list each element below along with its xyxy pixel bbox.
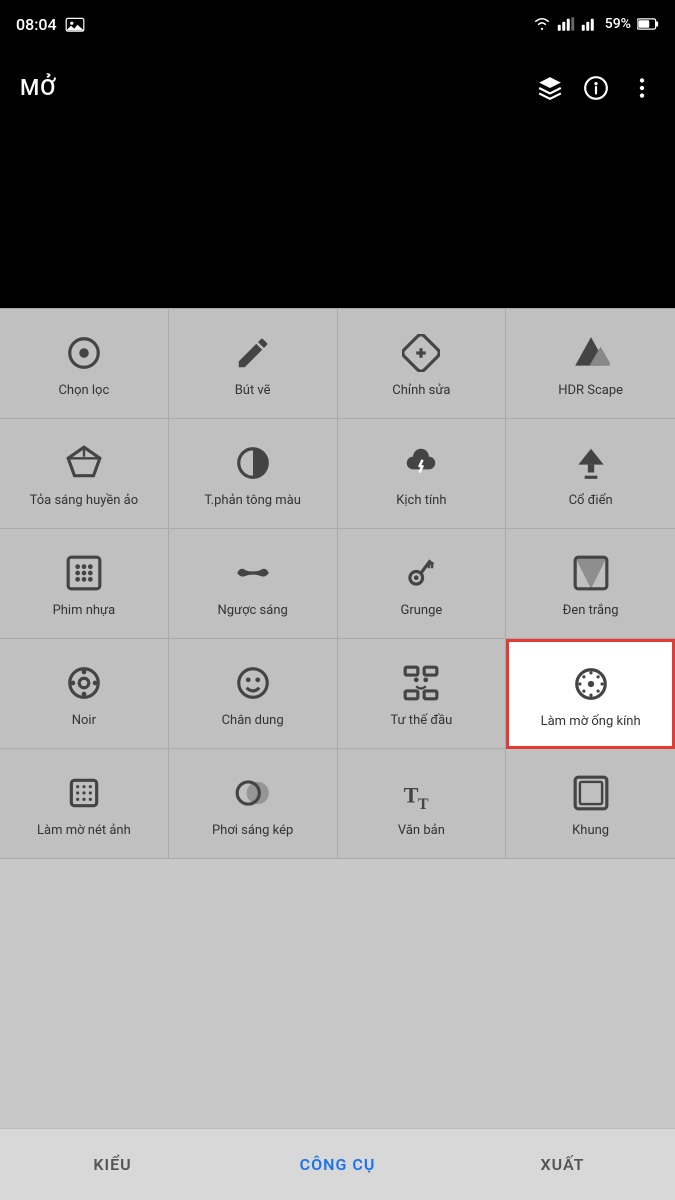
van-ban-label: Văn bản <box>398 823 445 840</box>
time-display: 08:04 <box>16 15 57 34</box>
tool-co-dien[interactable]: Cổ điển <box>506 419 675 529</box>
hdr-scape-label: HDR Scape <box>558 383 623 400</box>
van-ban-icon: TT <box>399 771 443 815</box>
chon-loc-label: Chọn lọc <box>58 383 109 400</box>
but-ve-icon <box>231 331 275 375</box>
tool-van-ban[interactable]: TT Văn bản <box>338 749 507 859</box>
canvas-area <box>0 128 675 308</box>
tool-phim-nhua[interactable]: Phim nhựa <box>0 529 169 639</box>
status-left: 08:04 <box>16 15 85 34</box>
tool-lam-mo-net-anh[interactable]: Làm mờ nét ảnh <box>0 749 169 859</box>
grunge-icon <box>399 551 443 595</box>
den-trang-label: Đen trắng <box>563 603 619 620</box>
lam-mo-net-anh-icon <box>62 771 106 815</box>
tool-tu-the-dau[interactable]: Tư thế đầu <box>338 639 507 749</box>
khung-label: Khung <box>572 823 609 840</box>
chinh-sua-label: Chỉnh sửa <box>392 383 450 400</box>
tool-khung[interactable]: Khung <box>506 749 675 859</box>
phim-nhua-icon <box>62 551 106 595</box>
khung-icon <box>569 771 613 815</box>
phoi-sang-kep-icon <box>231 771 275 815</box>
tu-the-dau-icon <box>399 661 443 705</box>
signal-icon <box>557 17 575 31</box>
nguoc-sang-label: Ngược sáng <box>217 603 287 620</box>
tool-chinh-sua[interactable]: Chỉnh sửa <box>338 309 507 419</box>
tool-nguoc-sang[interactable]: Ngược sáng <box>169 529 338 639</box>
top-bar: MỞ <box>0 48 675 128</box>
chan-dung-icon <box>231 661 275 705</box>
more-icon[interactable] <box>629 75 655 101</box>
noir-label: Noir <box>72 713 96 730</box>
info-icon[interactable] <box>583 75 609 101</box>
tools-grid: Chọn lọc Bút vẽ Chỉnh sửa HDR Scape Tỏa sáng… <box>0 308 675 859</box>
tools-grid-area: Chọn lọc Bút vẽ Chỉnh sửa HDR Scape Tỏa sáng… <box>0 308 675 859</box>
signal2-icon <box>581 17 599 31</box>
tool-phoi-sang-kep[interactable]: Phơi sáng kép <box>169 749 338 859</box>
battery-display: 59% <box>605 16 631 32</box>
svg-text:T: T <box>418 796 429 812</box>
nav-xuat[interactable]: XUẤT <box>450 1129 675 1200</box>
lam-mo-ong-kinh-label: Làm mờ ống kính <box>541 714 641 731</box>
tool-chan-dung[interactable]: Chân dung <box>169 639 338 749</box>
toa-sang-label: Tỏa sáng huyền ảo <box>30 493 139 510</box>
lam-mo-net-anh-label: Làm mờ nét ảnh <box>37 823 131 840</box>
noir-icon <box>62 661 106 705</box>
nav-kieu[interactable]: KIỂU <box>0 1129 225 1200</box>
tool-t-phan-tong-mau[interactable]: T.phản tông màu <box>169 419 338 529</box>
but-ve-label: Bút vẽ <box>235 383 271 400</box>
status-bar: 08:04 59% <box>0 0 675 48</box>
svg-text:T: T <box>404 783 419 808</box>
tool-hdr-scape[interactable]: HDR Scape <box>506 309 675 419</box>
chan-dung-label: Chân dung <box>222 713 284 730</box>
page-title: MỞ <box>20 76 57 101</box>
tool-grunge[interactable]: Grunge <box>338 529 507 639</box>
chinh-sua-icon <box>399 331 443 375</box>
tool-lam-mo-ong-kinh[interactable]: Làm mờ ống kính <box>506 639 675 749</box>
nguoc-sang-icon <box>231 551 275 595</box>
chon-loc-icon <box>62 331 106 375</box>
nav-cong-cu[interactable]: CÔNG CỤ <box>225 1129 450 1200</box>
t-phan-tong-mau-label: T.phản tông màu <box>204 493 301 510</box>
den-trang-icon <box>569 551 613 595</box>
tool-den-trang[interactable]: Đen trắng <box>506 529 675 639</box>
tool-chon-loc[interactable]: Chọn lọc <box>0 309 169 419</box>
kich-tinh-label: Kịch tính <box>396 493 446 510</box>
layers-icon[interactable] <box>537 75 563 101</box>
tu-the-dau-label: Tư thế đầu <box>390 713 452 730</box>
tool-but-ve[interactable]: Bút vẽ <box>169 309 338 419</box>
tool-toa-sang[interactable]: Tỏa sáng huyền ảo <box>0 419 169 529</box>
phim-nhua-label: Phim nhựa <box>53 603 116 620</box>
co-dien-label: Cổ điển <box>569 493 613 510</box>
battery-icon <box>637 18 659 30</box>
toa-sang-icon <box>62 441 106 485</box>
image-notification-icon <box>65 16 85 32</box>
lam-mo-ong-kinh-icon <box>569 662 613 706</box>
bottom-nav: KIỂU CÔNG CỤ XUẤT <box>0 1128 675 1200</box>
tool-kich-tinh[interactable]: Kịch tính <box>338 419 507 529</box>
kich-tinh-icon <box>399 441 443 485</box>
hdr-scape-icon <box>569 331 613 375</box>
phoi-sang-kep-label: Phơi sáng kép <box>212 823 293 840</box>
co-dien-icon <box>569 441 613 485</box>
grunge-label: Grunge <box>400 603 442 620</box>
wifi-icon <box>533 17 551 31</box>
status-right: 59% <box>533 16 659 32</box>
t-phan-tong-mau-icon <box>231 441 275 485</box>
top-bar-icons <box>537 75 655 101</box>
tool-noir[interactable]: Noir <box>0 639 169 749</box>
